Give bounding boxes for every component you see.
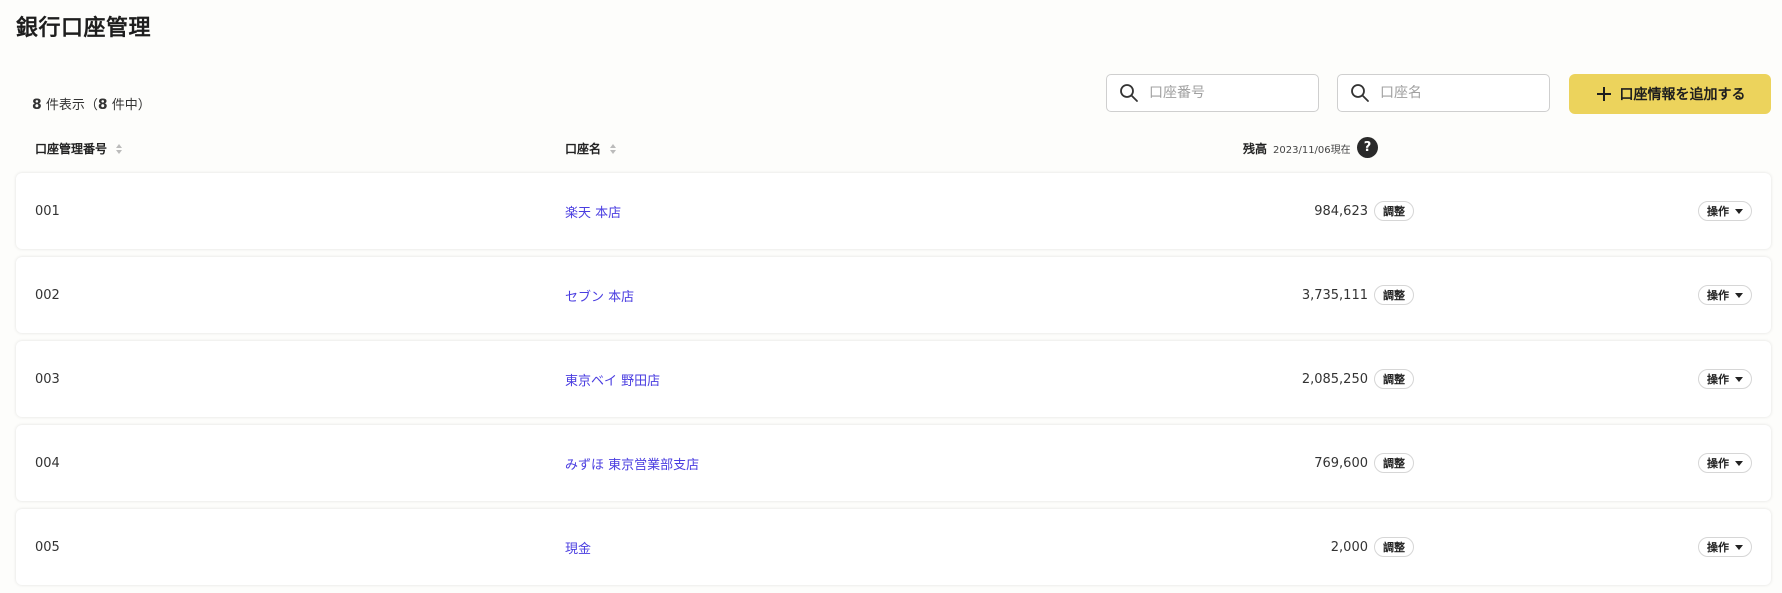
balance-value: 3,735,111 bbox=[1301, 287, 1368, 303]
balance-cell: 3,735,111 調整 bbox=[1196, 257, 1414, 333]
operation-dropdown[interactable]: 操作 bbox=[1698, 453, 1752, 473]
balance-cell: 2,085,250 調整 bbox=[1196, 341, 1414, 417]
caret-down-icon bbox=[1735, 208, 1743, 214]
search-icon bbox=[1351, 84, 1369, 102]
result-count: 8 件表示（8 件中） bbox=[32, 94, 151, 113]
sort-icon bbox=[610, 143, 617, 154]
balance-cell: 2,000 調整 bbox=[1196, 509, 1414, 585]
account-no: 005 bbox=[35, 539, 60, 555]
plus-icon bbox=[1596, 87, 1611, 101]
total-count: 8 bbox=[97, 97, 108, 113]
account-name-link[interactable]: 現金 bbox=[565, 509, 591, 585]
account-name-link[interactable]: 東京ベイ 野田店 bbox=[565, 341, 660, 417]
operation-dropdown[interactable]: 操作 bbox=[1698, 285, 1752, 305]
header-account-name[interactable]: 口座名 bbox=[565, 140, 617, 157]
operation-cell: 操作 bbox=[1698, 257, 1752, 333]
operation-cell: 操作 bbox=[1698, 509, 1752, 585]
balance-cell: 984,623 調整 bbox=[1196, 173, 1414, 249]
caret-down-icon bbox=[1735, 460, 1743, 466]
caret-down-icon bbox=[1735, 376, 1743, 382]
table-row: 002 セブン 本店 3,735,111 調整 操作 bbox=[16, 257, 1771, 333]
operation-dropdown[interactable]: 操作 bbox=[1698, 537, 1752, 557]
account-no: 004 bbox=[35, 455, 60, 471]
adjust-button[interactable]: 調整 bbox=[1374, 369, 1414, 389]
header-account-no-label: 口座管理番号 bbox=[35, 142, 108, 156]
adjust-button[interactable]: 調整 bbox=[1374, 453, 1414, 473]
operation-label: 操作 bbox=[1707, 457, 1729, 470]
help-icon[interactable]: ? bbox=[1357, 137, 1378, 158]
adjust-button[interactable]: 調整 bbox=[1374, 285, 1414, 305]
table-row: 004 みずほ 東京営業部支店 769,600 調整 操作 bbox=[16, 425, 1771, 501]
page-title: 銀行口座管理 bbox=[16, 16, 152, 41]
header-account-name-label: 口座名 bbox=[565, 142, 602, 156]
search-icon bbox=[1120, 84, 1138, 102]
balance-value: 769,600 bbox=[1314, 455, 1368, 471]
shown-count-suffix: 件表示（ bbox=[41, 98, 98, 113]
operation-dropdown[interactable]: 操作 bbox=[1698, 369, 1752, 389]
operation-cell: 操作 bbox=[1698, 341, 1752, 417]
adjust-button[interactable]: 調整 bbox=[1374, 537, 1414, 557]
balance-value: 984,623 bbox=[1314, 203, 1368, 219]
account-name-search[interactable] bbox=[1337, 74, 1550, 112]
operation-label: 操作 bbox=[1707, 205, 1729, 218]
account-name-link[interactable]: セブン 本店 bbox=[565, 257, 634, 333]
add-account-button[interactable]: 口座情報を追加する bbox=[1569, 74, 1771, 114]
operation-label: 操作 bbox=[1707, 373, 1729, 386]
balance-cell: 769,600 調整 bbox=[1196, 425, 1414, 501]
operation-cell: 操作 bbox=[1698, 173, 1752, 249]
table-row: 003 東京ベイ 野田店 2,085,250 調整 操作 bbox=[16, 341, 1771, 417]
operation-dropdown[interactable]: 操作 bbox=[1698, 201, 1752, 221]
account-name-input[interactable] bbox=[1380, 85, 1530, 101]
shown-count: 8 bbox=[32, 97, 42, 113]
adjust-button[interactable]: 調整 bbox=[1374, 201, 1414, 221]
account-no: 002 bbox=[35, 287, 60, 303]
balance-value: 2,085,250 bbox=[1301, 371, 1368, 387]
account-no: 003 bbox=[35, 371, 60, 387]
account-name-link[interactable]: みずほ 東京営業部支店 bbox=[565, 425, 699, 501]
table-row: 001 楽天 本店 984,623 調整 操作 bbox=[16, 173, 1771, 249]
add-account-label: 口座情報を追加する bbox=[1619, 87, 1746, 103]
account-list: 001 楽天 本店 984,623 調整 操作 002 セブン 本店 3,735… bbox=[16, 173, 1771, 593]
account-number-input[interactable] bbox=[1149, 85, 1299, 101]
account-name-link[interactable]: 楽天 本店 bbox=[565, 173, 621, 249]
caret-down-icon bbox=[1735, 292, 1743, 298]
header-balance-date: 2023/11/06現在 bbox=[1273, 145, 1351, 156]
operation-label: 操作 bbox=[1707, 289, 1729, 302]
table-row: 005 現金 2,000 調整 操作 bbox=[16, 509, 1771, 585]
caret-down-icon bbox=[1735, 544, 1743, 550]
operation-label: 操作 bbox=[1707, 541, 1729, 554]
account-no: 001 bbox=[35, 203, 60, 219]
total-count-suffix: 件中） bbox=[107, 98, 151, 113]
account-number-search[interactable] bbox=[1106, 74, 1319, 112]
sort-icon bbox=[116, 143, 123, 154]
header-account-no[interactable]: 口座管理番号 bbox=[35, 140, 123, 157]
balance-value: 2,000 bbox=[1330, 539, 1368, 555]
header-balance: 残高 2023/11/06現在 bbox=[1243, 140, 1351, 157]
operation-cell: 操作 bbox=[1698, 425, 1752, 501]
header-balance-label: 残高 bbox=[1243, 142, 1268, 156]
